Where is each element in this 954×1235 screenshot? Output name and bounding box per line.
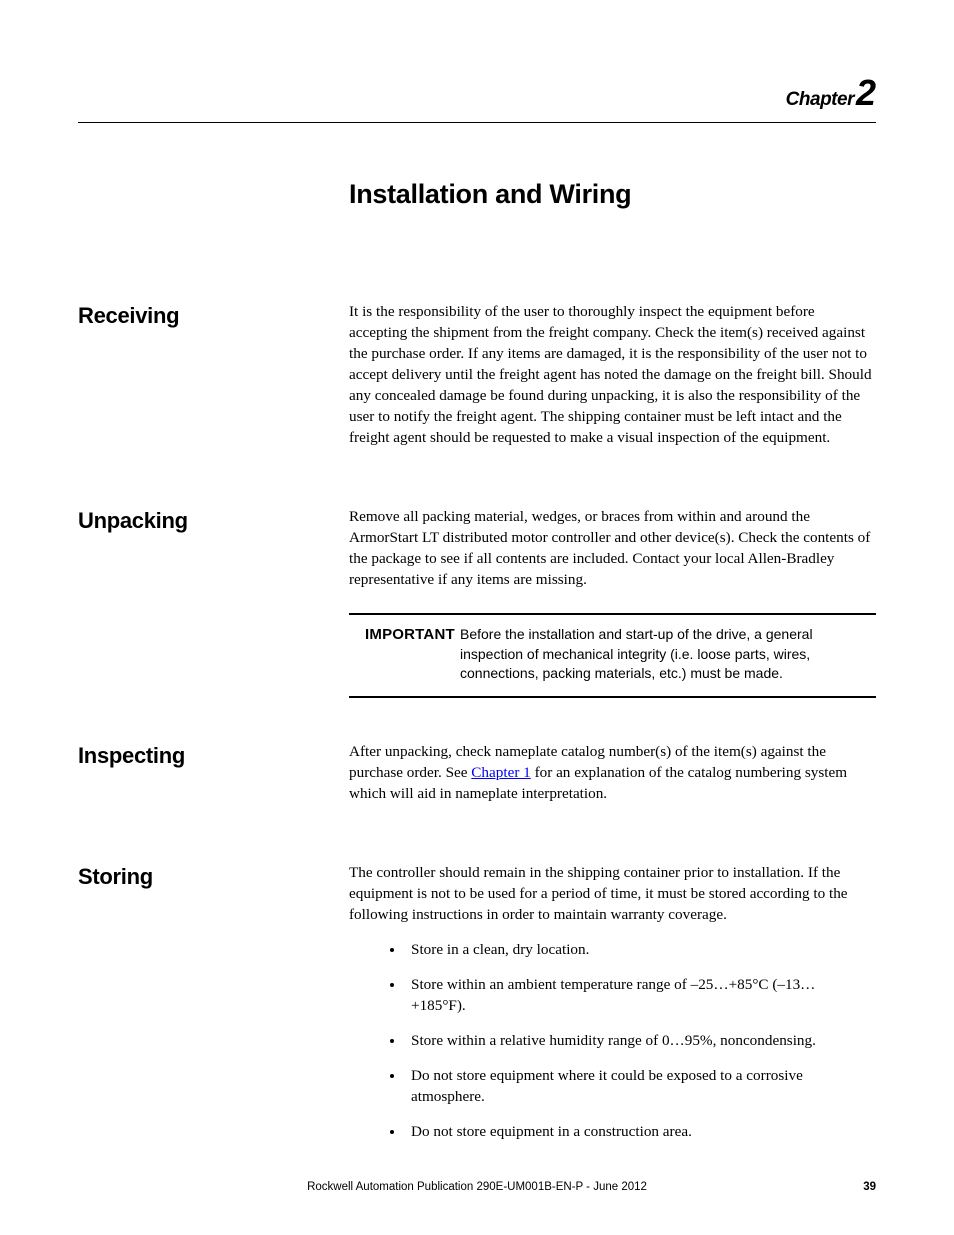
chapter-label: Chapter — [786, 89, 854, 110]
chapter-1-link[interactable]: Chapter 1 — [471, 764, 530, 781]
page-footer: Rockwell Automation Publication 290E-UM0… — [78, 1181, 876, 1193]
paragraph: After unpacking, check nameplate catalog… — [349, 742, 876, 805]
important-label: IMPORTANT — [355, 625, 460, 685]
section-unpacking: Unpacking Remove all packing material, w… — [78, 507, 876, 699]
important-text: Before the installation and start-up of … — [460, 625, 870, 685]
section-inspecting: Inspecting After unpacking, check namepl… — [78, 742, 876, 819]
list-item: Store within a relative humidity range o… — [405, 1031, 876, 1052]
paragraph: The controller should remain in the ship… — [349, 863, 876, 926]
header-rule — [78, 122, 876, 123]
list-item: Do not store equipment where it could be… — [405, 1066, 876, 1108]
section-heading-receiving: Receiving — [78, 302, 349, 463]
section-storing: Storing The controller should remain in … — [78, 863, 876, 1157]
important-callout: IMPORTANT Before the installation and st… — [349, 613, 876, 699]
section-heading-inspecting: Inspecting — [78, 742, 349, 819]
section-body-unpacking: Remove all packing material, wedges, or … — [349, 507, 876, 699]
chapter-header: Chapter2 — [78, 72, 876, 114]
section-body-storing: The controller should remain in the ship… — [349, 863, 876, 1157]
chapter-number: 2 — [856, 72, 876, 113]
paragraph: Remove all packing material, wedges, or … — [349, 507, 876, 591]
storing-bullet-list: Store in a clean, dry location. Store wi… — [405, 940, 876, 1143]
section-heading-unpacking: Unpacking — [78, 507, 349, 699]
page-number: 39 — [838, 1181, 876, 1193]
paragraph: It is the responsibility of the user to … — [349, 302, 876, 449]
publication-info: Rockwell Automation Publication 290E-UM0… — [116, 1181, 838, 1193]
section-body-inspecting: After unpacking, check nameplate catalog… — [349, 742, 876, 819]
list-item: Store in a clean, dry location. — [405, 940, 876, 961]
chapter-title: Installation and Wiring — [349, 179, 876, 210]
list-item: Store within an ambient temperature rang… — [405, 975, 876, 1017]
section-body-receiving: It is the responsibility of the user to … — [349, 302, 876, 463]
list-item: Do not store equipment in a construction… — [405, 1122, 876, 1143]
section-receiving: Receiving It is the responsibility of th… — [78, 302, 876, 463]
section-heading-storing: Storing — [78, 863, 349, 1157]
